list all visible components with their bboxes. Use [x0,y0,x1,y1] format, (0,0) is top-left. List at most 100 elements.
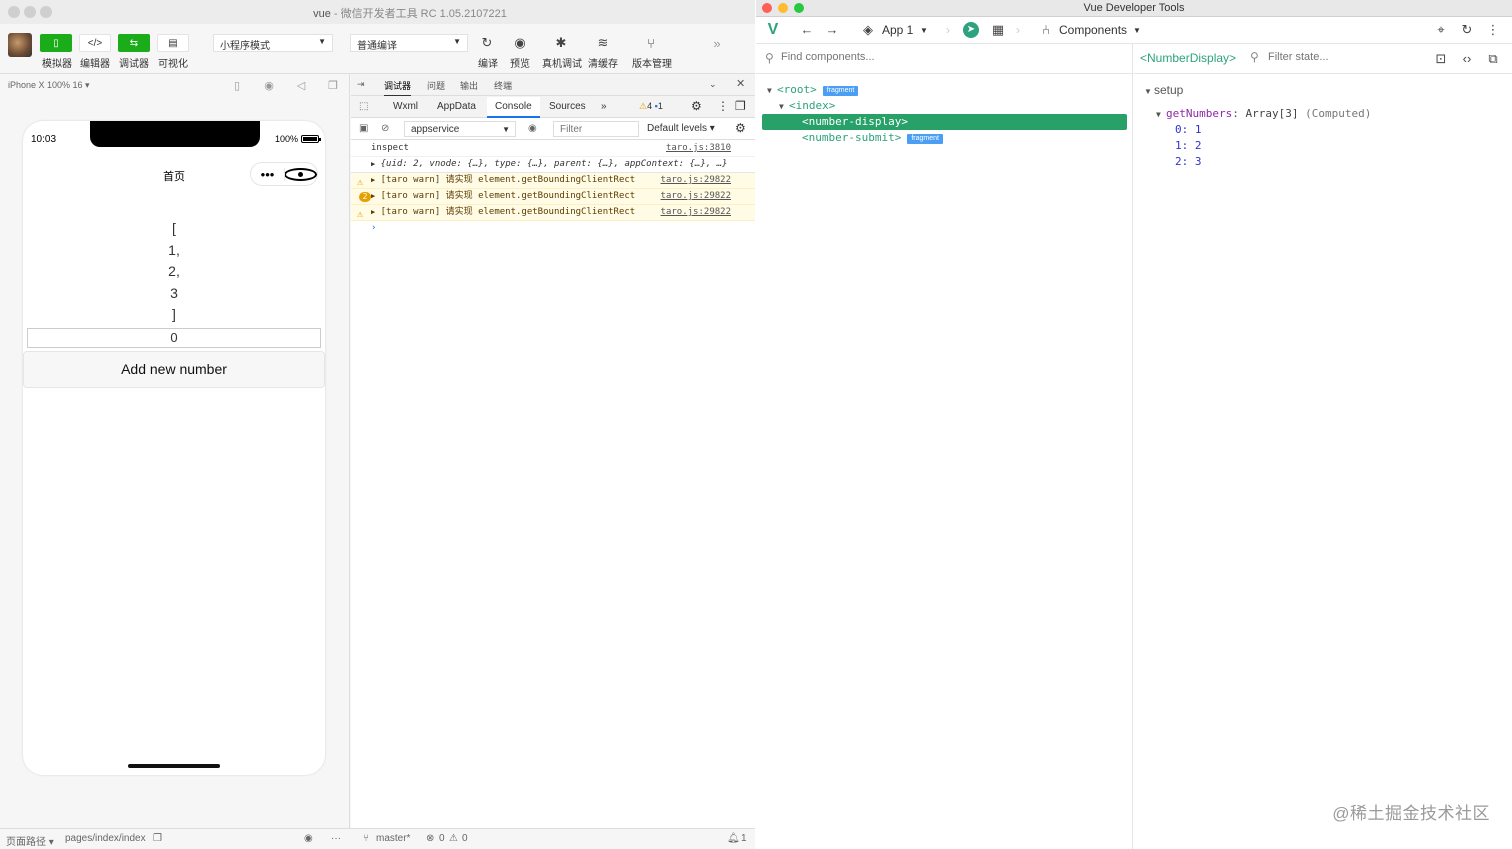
source-link[interactable]: taro.js:29822 [661,205,731,220]
error-count[interactable]: 0 [439,833,445,844]
refresh-icon[interactable]: ↻ [475,34,499,52]
source-link[interactable]: taro.js:3810 [666,141,731,156]
tab-appdata[interactable]: AppData [437,101,476,112]
editor-button[interactable]: </> [79,34,111,52]
record-icon[interactable]: ◉ [262,79,276,93]
sidebar-toggle-icon[interactable]: ▣ [359,123,368,134]
visual-button[interactable]: ▤ [157,34,189,52]
inspect-icon[interactable]: ⬚ [359,101,368,112]
undock-icon[interactable]: ❐ [735,99,746,113]
number-input[interactable]: 0 [27,328,321,348]
kebab-menu-icon[interactable]: ⋮ [1484,21,1502,39]
chevron-down-icon[interactable]: ⌄ [709,79,717,90]
compass-icon[interactable]: ➤ [963,22,979,38]
compile-mode-select[interactable]: 普通编译 ▼ [350,34,468,52]
tree-node-index[interactable]: ▼ <index> [756,98,1133,114]
device-select[interactable]: iPhone X 100% 16 ▾ [8,80,90,91]
open-in-editor-icon[interactable]: ⧉ [1484,50,1502,68]
gear-icon[interactable]: ⚙ [691,99,702,113]
tab-console[interactable]: Console [487,97,540,118]
scroll-to-component-icon[interactable]: ⊡ [1432,50,1450,68]
expand-caret-icon[interactable]: ▼ [1156,107,1166,123]
preview-button[interactable]: 预览 [510,55,530,70]
filter-state-input[interactable] [1268,51,1408,63]
array-item[interactable]: 0: 1 [1142,122,1371,138]
version-management-button[interactable]: 版本管理 [632,55,672,70]
source-link[interactable]: taro.js:29822 [661,173,731,188]
context-select[interactable]: appservice ▼ [404,121,516,137]
eye-icon[interactable]: ◉ [528,123,537,134]
add-number-button[interactable]: Add new number [23,351,325,388]
back-arrow-icon[interactable]: ← [798,21,816,39]
tree-node-number-submit[interactable]: <number-submit> fragment [756,130,1133,146]
array-item[interactable]: 2: 3 [1142,154,1371,170]
array-item[interactable]: 1: 2 [1142,138,1371,154]
log-levels-select[interactable]: Default levels ▾ [647,123,715,134]
copy-icon[interactable]: ❐ [153,833,162,844]
clear-console-icon[interactable]: ⊘ [381,123,389,134]
tree-node-number-display[interactable]: <number-display> [762,114,1127,130]
bug-icon[interactable]: ✱ [549,34,573,52]
source-link[interactable]: taro.js:29822 [661,189,731,204]
branch-icon[interactable]: ⑂ [639,34,663,52]
eye-icon[interactable]: ◉ [508,34,532,52]
more-dots-icon[interactable]: ••• [251,163,284,185]
volume-icon[interactable]: ◁ [294,79,308,93]
more-icon[interactable]: ··· [331,833,341,844]
close-target-icon[interactable] [284,163,317,185]
caret-down-icon[interactable]: ▼ [1133,26,1141,35]
warning-count[interactable]: 0 [462,833,468,844]
warning-counter[interactable]: ⚠4 ▪1 [639,101,663,112]
target-icon[interactable]: ⌖ [1432,21,1450,39]
console-object-row[interactable]: ▶ {uid: 2, vnode: {…}, type: {…}, parent… [351,157,755,173]
tab-sources[interactable]: Sources [549,101,586,112]
console-log-row[interactable]: inspect taro.js:3810 [351,141,755,157]
eye-icon[interactable]: ◉ [304,833,313,844]
console-filter-input[interactable] [553,121,639,137]
dock-icon[interactable]: ⇥ [357,79,365,90]
timeline-icon[interactable]: ▦ [989,21,1007,39]
kebab-menu-icon[interactable]: ⋮ [717,99,729,113]
console-settings-icon[interactable]: ⚙ [735,121,746,135]
setup-section-header[interactable]: ▼ setup [1142,82,1371,98]
layers-icon[interactable]: ≋ [591,34,615,52]
debugger-button[interactable]: ⇆ [118,34,150,52]
bell-icon[interactable]: 🔔︎ [727,833,740,844]
console-warn-row[interactable]: 2 ▶ [taro warn] 请实现 element.getBoundingC… [351,189,755,205]
console-warn-row[interactable]: ⚠ ▶ [taro warn] 请实现 element.getBoundingC… [351,205,755,221]
code-icon[interactable]: ‹› [1458,50,1476,68]
tab-output[interactable]: 输出 [460,79,478,92]
capsule-menu[interactable]: ••• [250,162,318,186]
clear-cache-button[interactable]: 清缓存 [588,55,618,70]
tree-node-root[interactable]: ▼ <root> fragment [756,82,1133,98]
tab-wxml[interactable]: Wxml [393,101,418,112]
tab-debugger[interactable]: 调试器 [384,79,412,97]
more-tabs-icon[interactable]: » [601,101,607,112]
compile-button[interactable]: 编译 [478,55,498,70]
section-select[interactable]: Components [1059,23,1127,37]
console-warn-row[interactable]: ⚠ ▶ [taro warn] 请实现 element.getBoundingC… [351,173,755,189]
popout-icon[interactable]: ❐ [326,79,340,93]
refresh-icon[interactable]: ↻ [1458,21,1476,39]
avatar[interactable] [8,33,32,57]
number-line: 1, [168,241,180,258]
expand-caret-icon[interactable]: ▼ [1144,84,1154,100]
tab-terminal[interactable]: 终端 [494,79,512,92]
console-prompt[interactable]: › [351,221,755,237]
expand-caret-icon[interactable]: ▼ [779,99,789,115]
git-branch[interactable]: master* [376,833,410,844]
device-icon[interactable]: ▯ [230,79,244,93]
tab-issues[interactable]: 问题 [427,79,445,92]
forward-arrow-icon[interactable]: → [823,21,841,39]
mode-select[interactable]: 小程序模式 ▼ [213,34,333,52]
find-components-input[interactable] [781,51,1081,63]
caret-down-icon[interactable]: ▼ [920,26,928,35]
state-entry[interactable]: ▼ getNumbers: Array[3] (Computed) [1142,106,1371,122]
close-icon[interactable]: ✕ [736,77,745,90]
page-path-select[interactable]: 页面路径 ▾ [6,833,54,848]
simulator-button[interactable]: ▯ [40,34,72,52]
app-select[interactable]: App 1 [882,23,913,37]
more-chevron-icon[interactable]: » [705,34,729,52]
expand-caret-icon[interactable]: ▼ [767,83,777,99]
remote-debug-button[interactable]: 真机调试 [542,55,582,70]
